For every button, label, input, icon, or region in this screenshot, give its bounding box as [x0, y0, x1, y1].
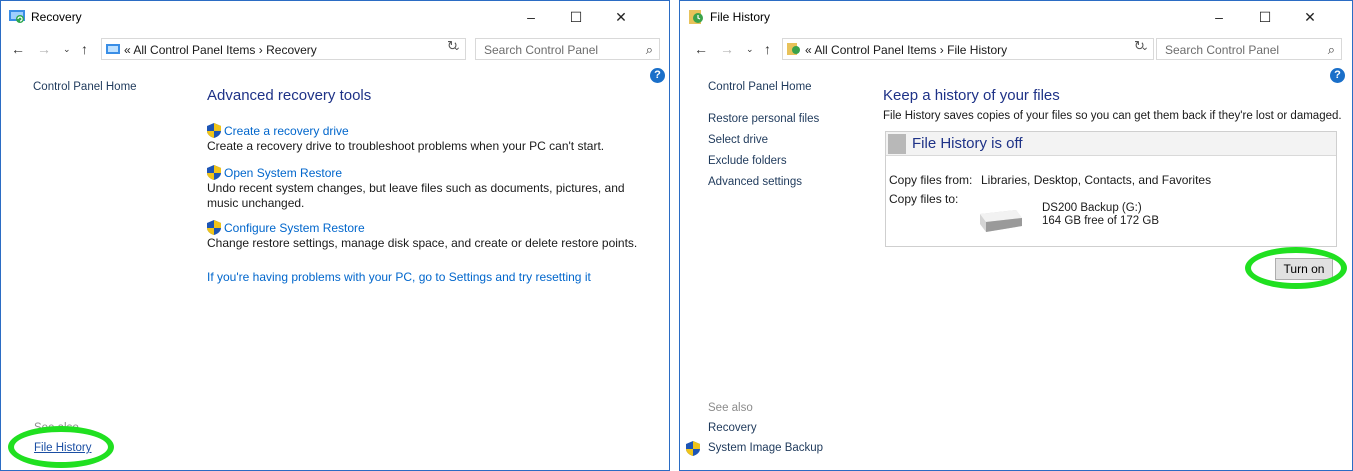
page-title: Advanced recovery tools — [207, 87, 372, 104]
breadcrumb: « All Control Panel Items › File History — [805, 43, 1007, 57]
copy-from-label: Copy files from: — [889, 173, 973, 187]
shield-icon — [207, 220, 221, 235]
search-icon[interactable]: ⌕ — [1328, 42, 1335, 58]
shield-icon — [207, 165, 221, 180]
minimize-button[interactable]: – — [516, 7, 546, 27]
window-title: File History — [710, 10, 771, 24]
sidebar-item-restore-personal-files[interactable]: Restore personal files — [708, 113, 819, 125]
file-history-status-panel: File History is off Copy files from: Lib… — [885, 131, 1337, 247]
control-panel-home-link[interactable]: Control Panel Home — [33, 81, 137, 93]
file-history-link[interactable]: File History — [34, 442, 92, 454]
breadcrumb-overflow[interactable]: « — [805, 43, 812, 57]
up-arrow-icon[interactable]: ↑ — [81, 41, 88, 57]
sidebar-item-exclude-folders[interactable]: Exclude folders — [708, 155, 787, 167]
breadcrumb-all-items[interactable]: All Control Panel Items — [133, 43, 255, 57]
up-arrow-icon[interactable]: ↑ — [764, 41, 771, 57]
forward-arrow-icon[interactable]: → — [720, 41, 734, 57]
open-system-restore-link[interactable]: Open System Restore — [224, 166, 342, 180]
search-input[interactable]: Search Control Panel ⌕ — [475, 38, 660, 60]
drive-name: DS200 Backup (G:) — [1042, 202, 1142, 214]
page-title: Keep a history of your files — [883, 87, 1060, 104]
breadcrumb-overflow[interactable]: « — [124, 43, 131, 57]
refresh-icon[interactable]: ↻ — [447, 38, 458, 54]
hard-drive-icon — [980, 210, 1022, 232]
status-indicator — [888, 134, 906, 154]
minimize-button[interactable]: – — [1204, 7, 1234, 27]
see-also-label: See also — [708, 402, 753, 414]
forward-arrow-icon[interactable]: → — [37, 41, 51, 57]
recovery-window: Recovery – ☐ ✕ ← → ⌄ ↑ « All Control Pan… — [0, 0, 670, 471]
status-text: File History is off — [912, 135, 1023, 152]
search-placeholder: Search Control Panel — [1165, 43, 1280, 57]
address-bar[interactable]: « All Control Panel Items › File History… — [782, 38, 1154, 60]
back-arrow-icon[interactable]: ← — [11, 41, 25, 57]
create-recovery-drive-description: Create a recovery drive to troubleshoot … — [207, 139, 605, 153]
page-description: File History saves copies of your files … — [883, 110, 1342, 122]
title-bar[interactable]: Recovery – ☐ ✕ — [1, 1, 669, 33]
recent-locations-icon[interactable]: ⌄ — [746, 44, 754, 55]
title-bar[interactable]: File History – ☐ ✕ — [680, 1, 1352, 33]
reset-pc-link[interactable]: If you're having problems with your PC, … — [207, 270, 591, 284]
back-arrow-icon[interactable]: ← — [694, 41, 708, 57]
navigation-bar: ← → ⌄ ↑ « All Control Panel Items › Reco… — [1, 37, 669, 63]
configure-system-restore-description: Change restore settings, manage disk spa… — [207, 236, 638, 250]
configure-system-restore-link[interactable]: Configure System Restore — [224, 221, 365, 235]
file-history-small-icon — [787, 43, 800, 55]
copy-from-value: Libraries, Desktop, Contacts, and Favori… — [981, 173, 1212, 187]
status-header: File History is off — [886, 132, 1336, 156]
recovery-link[interactable]: Recovery — [708, 422, 757, 434]
breadcrumb: « All Control Panel Items › Recovery — [124, 43, 317, 57]
control-panel-icon — [106, 44, 120, 54]
maximize-button[interactable]: ☐ — [1250, 7, 1280, 27]
control-panel-home-link[interactable]: Control Panel Home — [708, 81, 812, 93]
open-system-restore-description: Undo recent system changes, but leave fi… — [207, 181, 625, 210]
address-bar[interactable]: « All Control Panel Items › Recovery ⌄ — [101, 38, 466, 60]
shield-icon — [686, 441, 700, 456]
breadcrumb-all-items[interactable]: All Control Panel Items — [814, 43, 936, 57]
window-title: Recovery — [31, 10, 82, 24]
help-icon[interactable]: ? — [1330, 68, 1345, 83]
close-button[interactable]: ✕ — [1295, 7, 1325, 27]
see-also-label: See also — [34, 422, 79, 434]
recent-locations-icon[interactable]: ⌄ — [63, 44, 71, 55]
search-placeholder: Search Control Panel — [484, 43, 599, 57]
shield-icon — [207, 123, 221, 138]
breadcrumb-current[interactable]: Recovery — [266, 43, 317, 57]
file-history-app-icon — [689, 10, 703, 24]
recovery-app-icon — [9, 10, 25, 23]
refresh-icon[interactable]: ↻ — [1134, 38, 1145, 54]
breadcrumb-separator: › — [939, 43, 944, 57]
system-image-backup-link[interactable]: System Image Backup — [708, 442, 823, 454]
maximize-button[interactable]: ☐ — [561, 7, 591, 27]
sidebar-item-advanced-settings[interactable]: Advanced settings — [708, 176, 802, 188]
create-recovery-drive-link[interactable]: Create a recovery drive — [224, 124, 349, 138]
breadcrumb-separator: › — [258, 43, 263, 57]
help-icon[interactable]: ? — [650, 68, 665, 83]
breadcrumb-current[interactable]: File History — [947, 43, 1007, 57]
navigation-bar: ← → ⌄ ↑ « All Control Panel Items › File… — [680, 37, 1352, 63]
search-icon[interactable]: ⌕ — [646, 42, 653, 58]
copy-to-label: Copy files to: — [889, 192, 959, 206]
file-history-window: File History – ☐ ✕ ← → ⌄ ↑ « All Control… — [679, 0, 1353, 471]
search-input[interactable]: Search Control Panel ⌕ — [1156, 38, 1342, 60]
drive-space: 164 GB free of 172 GB — [1042, 215, 1159, 227]
turn-on-button[interactable]: Turn on — [1275, 258, 1333, 280]
sidebar-item-select-drive[interactable]: Select drive — [708, 134, 768, 146]
close-button[interactable]: ✕ — [606, 7, 636, 27]
